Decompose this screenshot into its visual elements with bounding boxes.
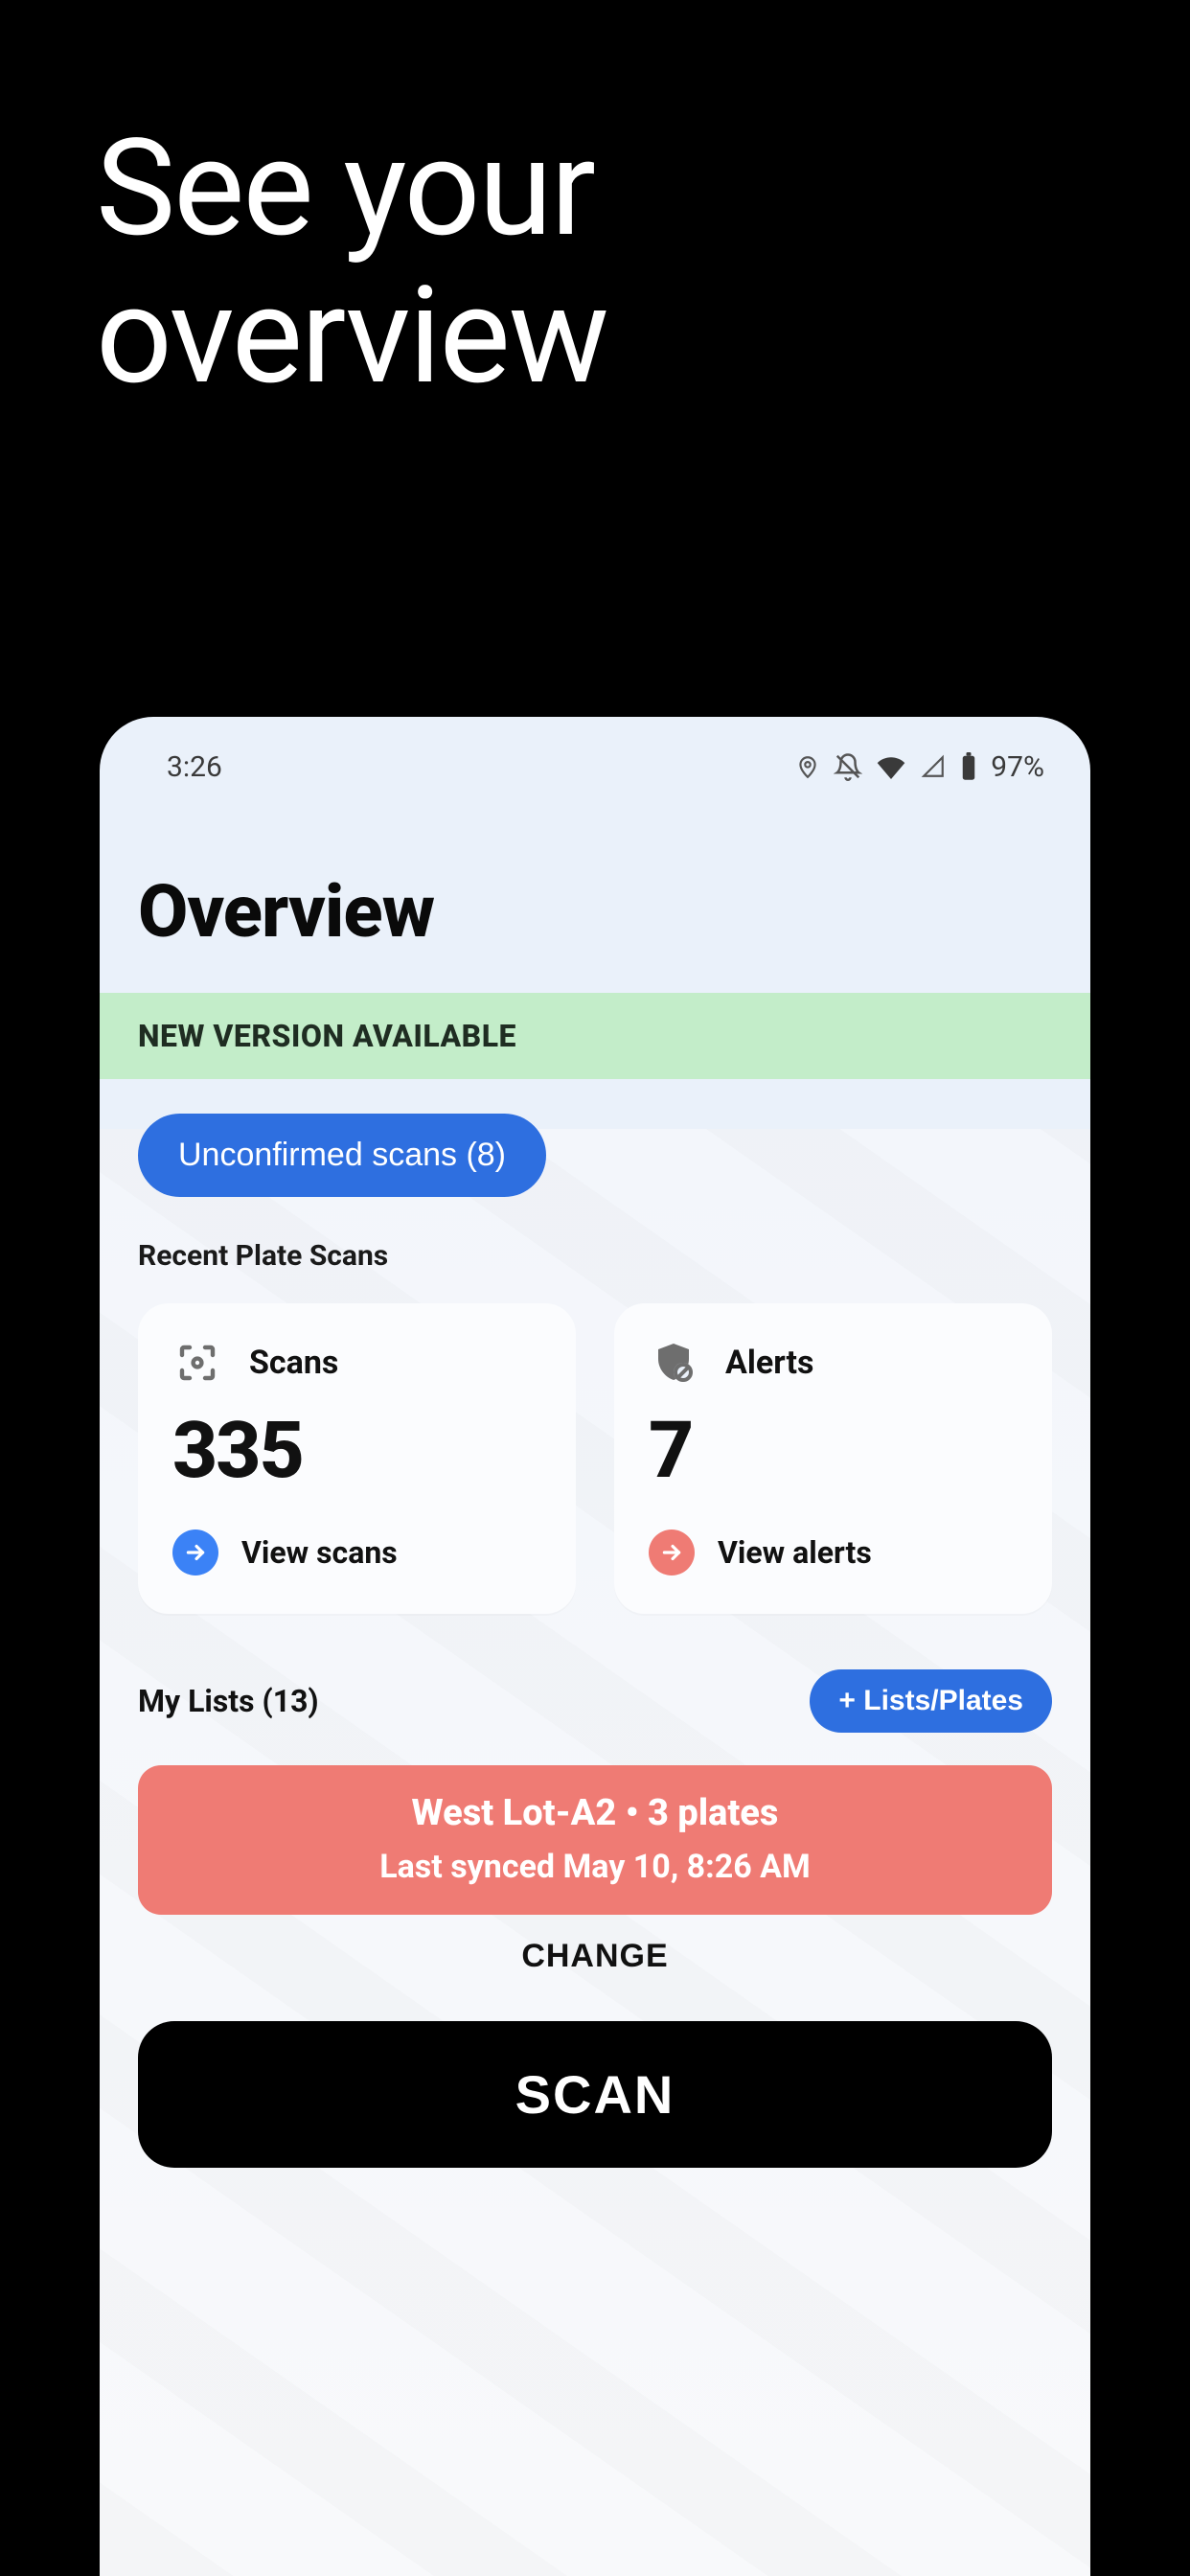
scan-button-label: SCAN: [515, 2064, 675, 2125]
update-banner[interactable]: NEW VERSION AVAILABLE: [100, 993, 1090, 1079]
status-icons: 97%: [795, 750, 1044, 784]
alerts-card-value: 7: [649, 1405, 1018, 1497]
view-alerts-link[interactable]: View alerts: [649, 1530, 1018, 1576]
promo-title-line2: overview: [96, 263, 607, 410]
unconfirmed-scans-label: Unconfirmed scans (8): [178, 1137, 506, 1173]
scans-card-title: Scans: [249, 1344, 338, 1382]
alerts-card-title: Alerts: [725, 1344, 813, 1382]
view-scans-link[interactable]: View scans: [172, 1530, 541, 1576]
update-banner-text: NEW VERSION AVAILABLE: [138, 1018, 516, 1054]
status-time: 3:26: [167, 750, 222, 784]
change-list-button[interactable]: CHANGE: [138, 1938, 1052, 1975]
shield-alert-icon: [649, 1338, 698, 1388]
change-list-label: CHANGE: [521, 1938, 668, 1974]
selected-list-card[interactable]: West Lot-A2 • 3 plates Last synced May 1…: [138, 1765, 1052, 1915]
promo-title: See your overview: [96, 115, 607, 410]
page-title: Overview: [100, 794, 1090, 993]
arrow-right-icon: [172, 1530, 218, 1576]
view-scans-label: View scans: [241, 1534, 398, 1571]
selected-list-sync: Last synced May 10, 8:26 AM: [157, 1848, 1033, 1886]
arrow-right-icon: [649, 1530, 695, 1576]
add-lists-plates-label: + Lists/Plates: [838, 1685, 1023, 1716]
my-lists-label: My Lists (13): [138, 1683, 319, 1719]
scans-card[interactable]: Scans 335 View scans: [138, 1303, 576, 1614]
notifications-off-icon: [834, 752, 862, 781]
phone-screen: 3:26 97% Overview NEW VERSION AVAILABLE …: [100, 717, 1090, 2576]
location-icon: [795, 752, 820, 781]
cellular-icon: [920, 754, 947, 779]
add-lists-plates-button[interactable]: + Lists/Plates: [810, 1669, 1052, 1733]
battery-percentage: 97%: [991, 750, 1044, 784]
wifi-icon: [876, 754, 906, 779]
scan-focus-icon: [172, 1338, 222, 1388]
recent-scans-label: Recent Plate Scans: [138, 1239, 1052, 1273]
scan-button[interactable]: SCAN: [138, 2021, 1052, 2168]
battery-icon: [960, 752, 977, 781]
status-bar: 3:26 97%: [100, 717, 1090, 794]
view-alerts-label: View alerts: [718, 1534, 872, 1571]
promo-title-line1: See your: [96, 115, 607, 263]
selected-list-title: West Lot-A2 • 3 plates: [157, 1792, 1033, 1834]
unconfirmed-scans-button[interactable]: Unconfirmed scans (8): [138, 1114, 546, 1197]
alerts-card[interactable]: Alerts 7 View alerts: [614, 1303, 1052, 1614]
scans-card-value: 335: [172, 1405, 541, 1497]
